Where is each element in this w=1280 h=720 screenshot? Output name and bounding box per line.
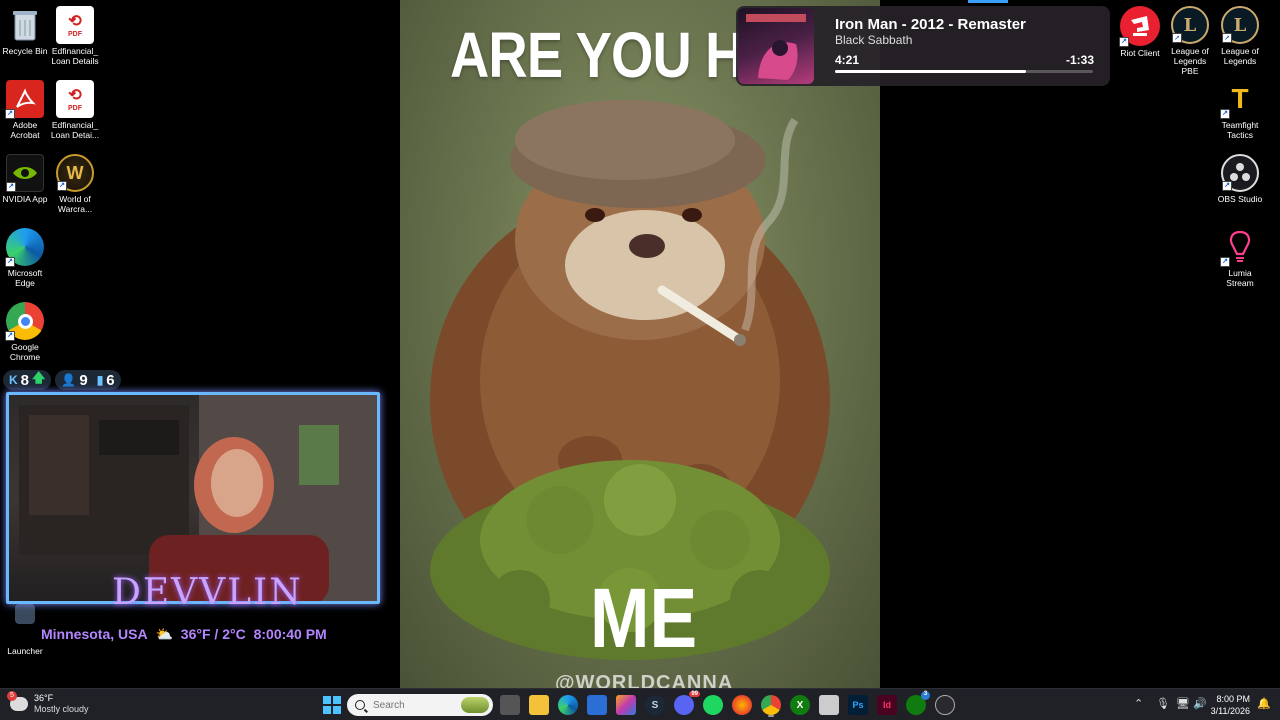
meme-bottom-text: ME	[590, 571, 698, 665]
stat-viewers: 👤 9 ▮ 6	[55, 370, 121, 390]
meme-credit-text: @WORLDCANNA	[555, 672, 734, 688]
tft-icon: T ↗	[1220, 80, 1259, 119]
desktop-icon-league-pbe[interactable]: L ↗ League of Legends PBE	[1165, 6, 1215, 76]
media-player-widget[interactable]: Iron Man - 2012 - Remaster Black Sabbath…	[736, 0, 1110, 86]
lumia-icon: ↗	[1220, 228, 1259, 267]
photoshop-icon[interactable]: Ps	[848, 695, 868, 715]
media-remaining: -1:33	[1065, 53, 1094, 67]
desktop-icon-recycle-bin[interactable]: Recycle Bin	[0, 6, 50, 56]
obs-icon: ↗	[1221, 154, 1259, 192]
discord-icon[interactable]: 99	[674, 691, 700, 715]
network-icon[interactable]: 🖥	[1176, 697, 1190, 710]
wallpaper-image: ARE YOU HIG ME @WORLDCANNA	[400, 0, 880, 688]
bars-icon: ▮	[96, 373, 104, 387]
desktop-icon-nvidia-app[interactable]: ↗ NVIDIA App	[0, 154, 50, 204]
copilot-icon[interactable]	[616, 695, 636, 715]
league-icon: L ↗	[1221, 6, 1259, 44]
stream-stats: K 8 🡅 👤 9 ▮ 6	[3, 370, 121, 390]
desktop-icon-adobe-acrobat[interactable]: ↗ Adobe Acrobat	[0, 80, 50, 140]
nvidia-icon: ↗	[6, 154, 44, 192]
file-explorer-icon[interactable]	[529, 695, 549, 715]
store-icon[interactable]	[587, 695, 607, 715]
media-artist: Black Sabbath	[835, 33, 913, 47]
pdf-icon: ⟲ PDF	[56, 6, 94, 44]
chrome-active-indicator	[768, 715, 774, 717]
xbox-icon[interactable]: X	[790, 695, 810, 715]
pdf-icon: ⟲ PDF	[56, 80, 94, 118]
microphone-icon[interactable]: 🎙	[1156, 697, 1170, 710]
media-progress-bar[interactable]	[835, 70, 1093, 73]
desktop-icon-microsoft-edge[interactable]: ↗ Microsoft Edge	[0, 228, 50, 288]
world-of-warcraft-icon: W ↗	[56, 154, 94, 192]
desktop-icon-loan-details-2[interactable]: ⟲ PDF Edfinancial_ Loan Detai...	[50, 80, 100, 140]
viewer-icon: 👤	[61, 373, 77, 387]
obs-icon[interactable]	[935, 695, 955, 715]
recycle-bin-icon	[6, 6, 44, 44]
chrome-icon[interactable]	[761, 695, 781, 715]
riot-client-icon: ↗	[1119, 6, 1160, 47]
adobe-acrobat-icon: ↗	[5, 80, 44, 119]
volume-icon[interactable]: 🔊	[1193, 697, 1207, 710]
overlay-weather-line: Minnesota, USA ⛅ 36°F / 2°C 8:00:40 PM	[41, 626, 327, 642]
kick-icon: K	[9, 373, 18, 387]
desktop-icon-google-chrome[interactable]: ↗ Google Chrome	[0, 302, 50, 362]
indesign-icon[interactable]: Id	[877, 695, 897, 715]
album-art	[738, 8, 814, 84]
chevron-up-icon[interactable]: ⌃	[1134, 697, 1143, 710]
search-highlight-image	[461, 697, 489, 713]
chrome-icon: ↗	[5, 302, 44, 341]
sun-cloud-icon: ⛅	[155, 626, 173, 642]
media-elapsed: 4:21	[835, 53, 860, 67]
start-icon[interactable]	[322, 695, 342, 715]
desktop-icon-riot-client[interactable]: ↗ Riot Client	[1115, 6, 1165, 58]
xbox-app-icon[interactable]: 3	[906, 691, 930, 715]
edge-icon[interactable]	[558, 695, 578, 715]
snipping-icon[interactable]	[819, 695, 839, 715]
task-view-icon[interactable]	[500, 695, 520, 715]
desktop-icon-loan-details-1[interactable]: ⟲ PDF Edfinancial_ Loan Details	[50, 6, 100, 66]
streamer-name: DEVVLIN	[112, 572, 303, 613]
media-title: Iron Man - 2012 - Remaster	[835, 16, 1026, 33]
steam-icon[interactable]: S	[645, 695, 665, 715]
edge-icon: ↗	[5, 228, 44, 267]
media-accent-line	[968, 0, 1008, 3]
stat-kick: K 8 🡅	[3, 370, 52, 390]
desktop-icon-league-of-legends[interactable]: L ↗ League of Legends	[1215, 6, 1265, 66]
launcher-icon	[15, 604, 35, 624]
taskbar: 5 36°F Mostly cloudy S 99 X Ps Id 3 ⌃ 🎙 …	[0, 688, 1280, 720]
cloud-icon: 5	[7, 691, 28, 711]
taskbar-clock[interactable]: 8:00 PM 3/11/2026	[1211, 693, 1250, 717]
desktop-icon-obs-studio[interactable]: ↗ OBS Studio	[1215, 154, 1265, 204]
taskbar-weather[interactable]: 5 36°F Mostly cloudy	[7, 691, 89, 715]
search-icon	[355, 700, 365, 710]
desktop-icon-lumia-stream[interactable]: ↗ Lumia Stream	[1215, 228, 1265, 288]
firefox-icon[interactable]	[732, 695, 752, 715]
media-progress-fill	[835, 70, 1026, 73]
search-input[interactable]	[373, 699, 453, 711]
desktop-icon-world-of-warcraft[interactable]: W ↗ World of Warcra...	[50, 154, 100, 214]
spotify-icon[interactable]	[703, 695, 723, 715]
notification-bell-icon[interactable]: 🔔	[1257, 697, 1271, 710]
arrow-up-icon: 🡅	[32, 370, 46, 385]
desktop-icon-teamfight-tactics[interactable]: T ↗ Teamfight Tactics	[1215, 80, 1265, 140]
league-pbe-icon: L ↗	[1171, 6, 1209, 44]
taskbar-search[interactable]	[347, 694, 493, 716]
